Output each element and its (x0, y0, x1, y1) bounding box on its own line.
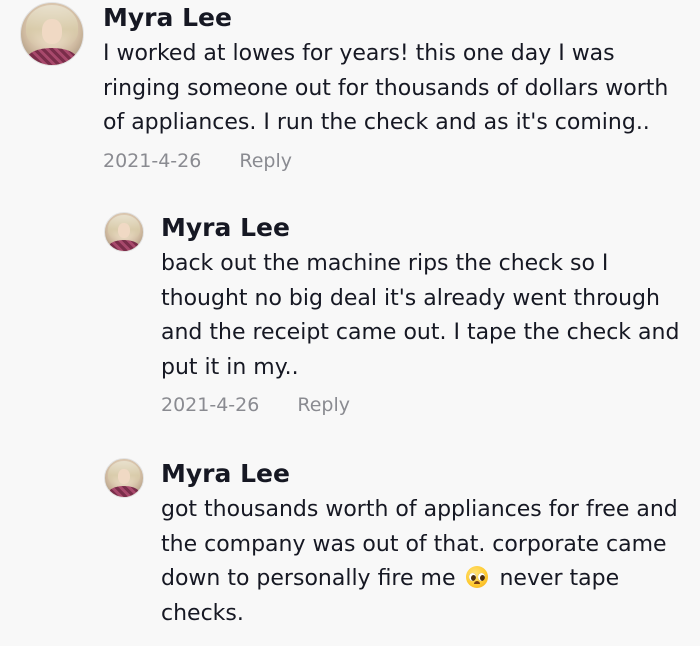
comment-text: back out the machine rips the check so I… (161, 251, 680, 380)
comment-text: I worked at lowes for years! this one da… (103, 41, 669, 135)
reply-item: Myra Lee back out the machine rips the c… (104, 210, 694, 416)
comment-text: got thousands worth of appliances for fr… (161, 493, 691, 631)
comment-username[interactable]: Myra Lee (103, 3, 683, 33)
reply-item: Myra Lee got thousands worth of applianc… (104, 456, 694, 631)
comment-meta: 2021-4-26 Reply (161, 394, 691, 416)
avatar[interactable] (104, 212, 144, 252)
comment-username[interactable]: Myra Lee (161, 459, 691, 489)
avatar[interactable] (104, 458, 144, 498)
comment-username[interactable]: Myra Lee (161, 213, 691, 243)
comment-date: 2021-4-26 (161, 394, 260, 416)
comment-meta: 2021-4-26 Reply (103, 150, 683, 172)
reply-button[interactable]: Reply (239, 150, 292, 172)
comment-date: 2021-4-26 (103, 149, 202, 172)
pleading-face-emoji-icon (466, 566, 489, 588)
avatar[interactable] (20, 2, 84, 66)
reply-button[interactable]: Reply (297, 394, 350, 416)
comment-item: Myra Lee I worked at lowes for years! th… (20, 0, 692, 172)
